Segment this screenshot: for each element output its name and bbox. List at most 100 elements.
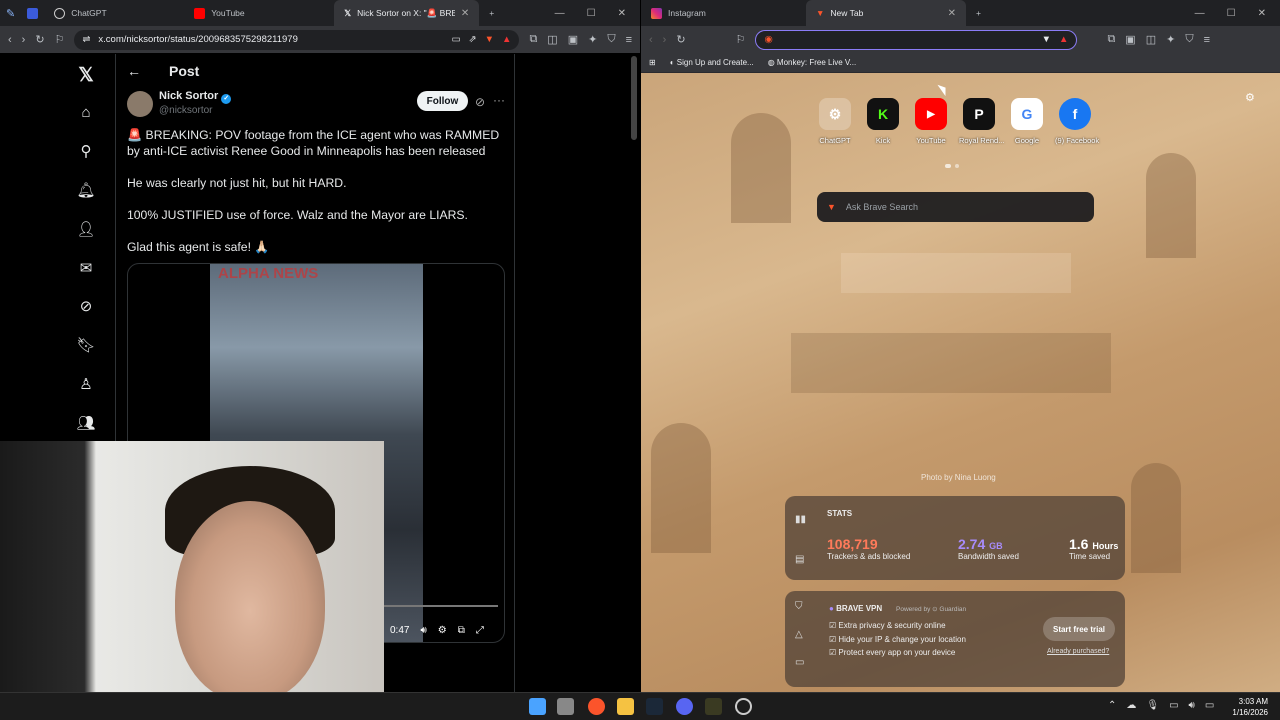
bookmark-icon[interactable]: ⚐ [55, 33, 65, 46]
author-name[interactable]: Nick Sortor [159, 90, 218, 102]
wallet-icon[interactable]: ▣ [568, 33, 578, 46]
top-site-tile[interactable]: K Kick [863, 98, 903, 145]
back-icon[interactable]: ‹ [8, 34, 12, 46]
tab-icon-t[interactable] [21, 0, 44, 26]
new-tab-button[interactable]: + [966, 0, 991, 26]
photo-credit[interactable]: Photo by Nina Luong [921, 473, 996, 482]
start-icon[interactable] [529, 698, 546, 715]
grok-icon[interactable]: ⊘ [76, 297, 96, 317]
top-site-tile[interactable]: P Royal Rend... [959, 98, 1004, 145]
tab-chatgpt[interactable]: ChatGPT [44, 0, 184, 26]
maximize-icon[interactable]: ☐ [587, 8, 596, 19]
stats-chart-icon[interactable]: ▮▮ [795, 514, 806, 525]
top-sites-pager[interactable] [945, 164, 959, 168]
forward-icon[interactable]: › [663, 34, 667, 46]
top-site-tile[interactable]: f (9) Facebook [1055, 98, 1099, 145]
volume-icon[interactable]: 🔊︎ [420, 625, 426, 636]
vpn-shield-icon[interactable]: ⛉ [795, 601, 803, 612]
customize-gear-icon[interactable]: ⚙ [1245, 91, 1255, 104]
clock[interactable]: 3:03 AM 1/16/2026 [1232, 696, 1268, 718]
follow-people-icon[interactable]: 👤︎ [76, 220, 96, 240]
forward-icon[interactable]: › [22, 34, 26, 46]
already-purchased-link[interactable]: Already purchased? [1047, 648, 1109, 655]
minimize-icon[interactable]: — [1195, 8, 1205, 19]
back-arrow-icon[interactable]: ← [127, 63, 141, 79]
follow-button[interactable]: Follow [417, 91, 468, 111]
volume-icon[interactable]: 🔊︎ [1189, 700, 1195, 711]
sidebar-icon[interactable]: ◫ [1146, 33, 1156, 46]
brave-shields-icon[interactable]: ▼ [485, 34, 494, 45]
more-options-icon[interactable]: ··· [493, 93, 505, 107]
x-logo-icon[interactable]: 𝕏 [76, 64, 96, 86]
file-explorer-icon[interactable] [617, 698, 634, 715]
extensions-icon[interactable]: ⧉ [529, 33, 537, 46]
leo-icon[interactable]: ✦ [1166, 33, 1175, 46]
minimize-icon[interactable]: — [555, 8, 565, 19]
settings-icon[interactable]: ⚙ [438, 625, 447, 636]
obs-icon[interactable] [735, 698, 752, 715]
brave-shields-icon[interactable]: ▼ [1042, 34, 1051, 45]
new-tab-button[interactable]: + [479, 0, 504, 26]
warning-icon[interactable]: △ [795, 629, 803, 640]
tab-x-post[interactable]: 𝕏 Nick Sortor on X: "🚨 BREA ✕ [334, 0, 480, 26]
extensions-icon[interactable]: ⧉ [1107, 33, 1115, 46]
tray-chevron-icon[interactable]: ⌃ [1108, 700, 1116, 711]
bookmark-icon[interactable]: ⚐ [736, 33, 746, 46]
grok-explain-icon[interactable]: ⊘ [475, 95, 485, 109]
avatar[interactable] [127, 91, 153, 117]
sidebar-toggle[interactable]: ✎ [0, 0, 21, 26]
brave-rewards-icon[interactable]: ▲ [1059, 34, 1068, 45]
apps-icon[interactable]: ⊞ [649, 58, 656, 67]
messages-icon[interactable]: ✉ [76, 259, 96, 279]
wallet-icon[interactable]: ▣ [1125, 33, 1135, 46]
brave-search-box[interactable]: ▼ Ask Brave Search [817, 192, 1094, 222]
notifications-icon[interactable]: 🔔︎ [76, 181, 96, 201]
network-icon[interactable]: ☁ [1126, 700, 1136, 711]
top-site-tile[interactable]: ▶ YouTube [911, 98, 951, 145]
scrollbar[interactable] [631, 56, 637, 140]
steam-icon[interactable] [646, 698, 663, 715]
pip-icon[interactable]: ⧉ [458, 625, 465, 636]
media-icon[interactable]: ▭ [795, 657, 804, 668]
home-icon[interactable]: ⌂ [76, 104, 96, 124]
vpn-icon[interactable]: ⛉ [1185, 33, 1193, 46]
address-bar[interactable]: ◉ ▼ ▲ [755, 29, 1078, 50]
address-bar[interactable]: ⇌ x.com/nicksortor/status/200968357529821… [74, 29, 520, 50]
search-icon[interactable]: ⚲ [76, 142, 96, 162]
top-site-tile[interactable]: G Google [1007, 98, 1047, 145]
task-app-icon[interactable] [557, 698, 574, 715]
close-tab-icon[interactable]: ✕ [948, 8, 956, 19]
close-icon[interactable]: ✕ [618, 8, 626, 19]
share-icon[interactable]: ⇗ [469, 34, 477, 45]
tab-new-tab[interactable]: ▼ New Tab ✕ [806, 0, 966, 26]
leo-icon[interactable]: ✦ [588, 33, 597, 46]
start-free-trial-button[interactable]: Start free trial [1043, 617, 1115, 641]
communities-icon[interactable]: 👥︎ [76, 414, 96, 434]
bookmark-item[interactable]: ◍ Monkey: Free Live V... [768, 58, 857, 67]
close-icon[interactable]: ✕ [1258, 8, 1266, 19]
menu-icon[interactable]: ≡ [626, 34, 632, 46]
close-tab-icon[interactable]: ✕ [461, 8, 469, 19]
cast-icon[interactable]: ▭ [452, 34, 461, 45]
sidebar-icon[interactable]: ◫ [547, 33, 557, 46]
brave-rewards-icon[interactable]: ▲ [502, 34, 511, 45]
tab-instagram[interactable]: Instagram [641, 0, 806, 26]
mic-icon[interactable]: 🎙︎ [1146, 700, 1159, 711]
reload-icon[interactable]: ↻ [35, 33, 44, 46]
brave-taskbar-icon[interactable] [588, 698, 605, 715]
video-progress-bar[interactable] [368, 605, 498, 607]
discord-icon[interactable] [676, 698, 693, 715]
wow-icon[interactable] [705, 698, 722, 715]
jobs-icon[interactable]: ♙ [76, 375, 96, 395]
author-handle[interactable]: @nicksortor [159, 105, 213, 116]
fullscreen-icon[interactable]: ⤢ [476, 625, 484, 636]
top-site-tile[interactable]: ⚙ ChatGPT [815, 98, 855, 145]
maximize-icon[interactable]: ☐ [1227, 8, 1236, 19]
vpn-icon[interactable]: ⛉ [607, 33, 615, 46]
battery-icon[interactable]: ▭ [1205, 700, 1214, 711]
reload-icon[interactable]: ↻ [676, 33, 685, 46]
bookmarks-icon[interactable]: 🔖︎ [76, 336, 96, 356]
news-icon[interactable]: ▤ [795, 554, 804, 565]
menu-icon[interactable]: ≡ [1204, 34, 1210, 46]
tab-youtube[interactable]: YouTube [184, 0, 334, 26]
